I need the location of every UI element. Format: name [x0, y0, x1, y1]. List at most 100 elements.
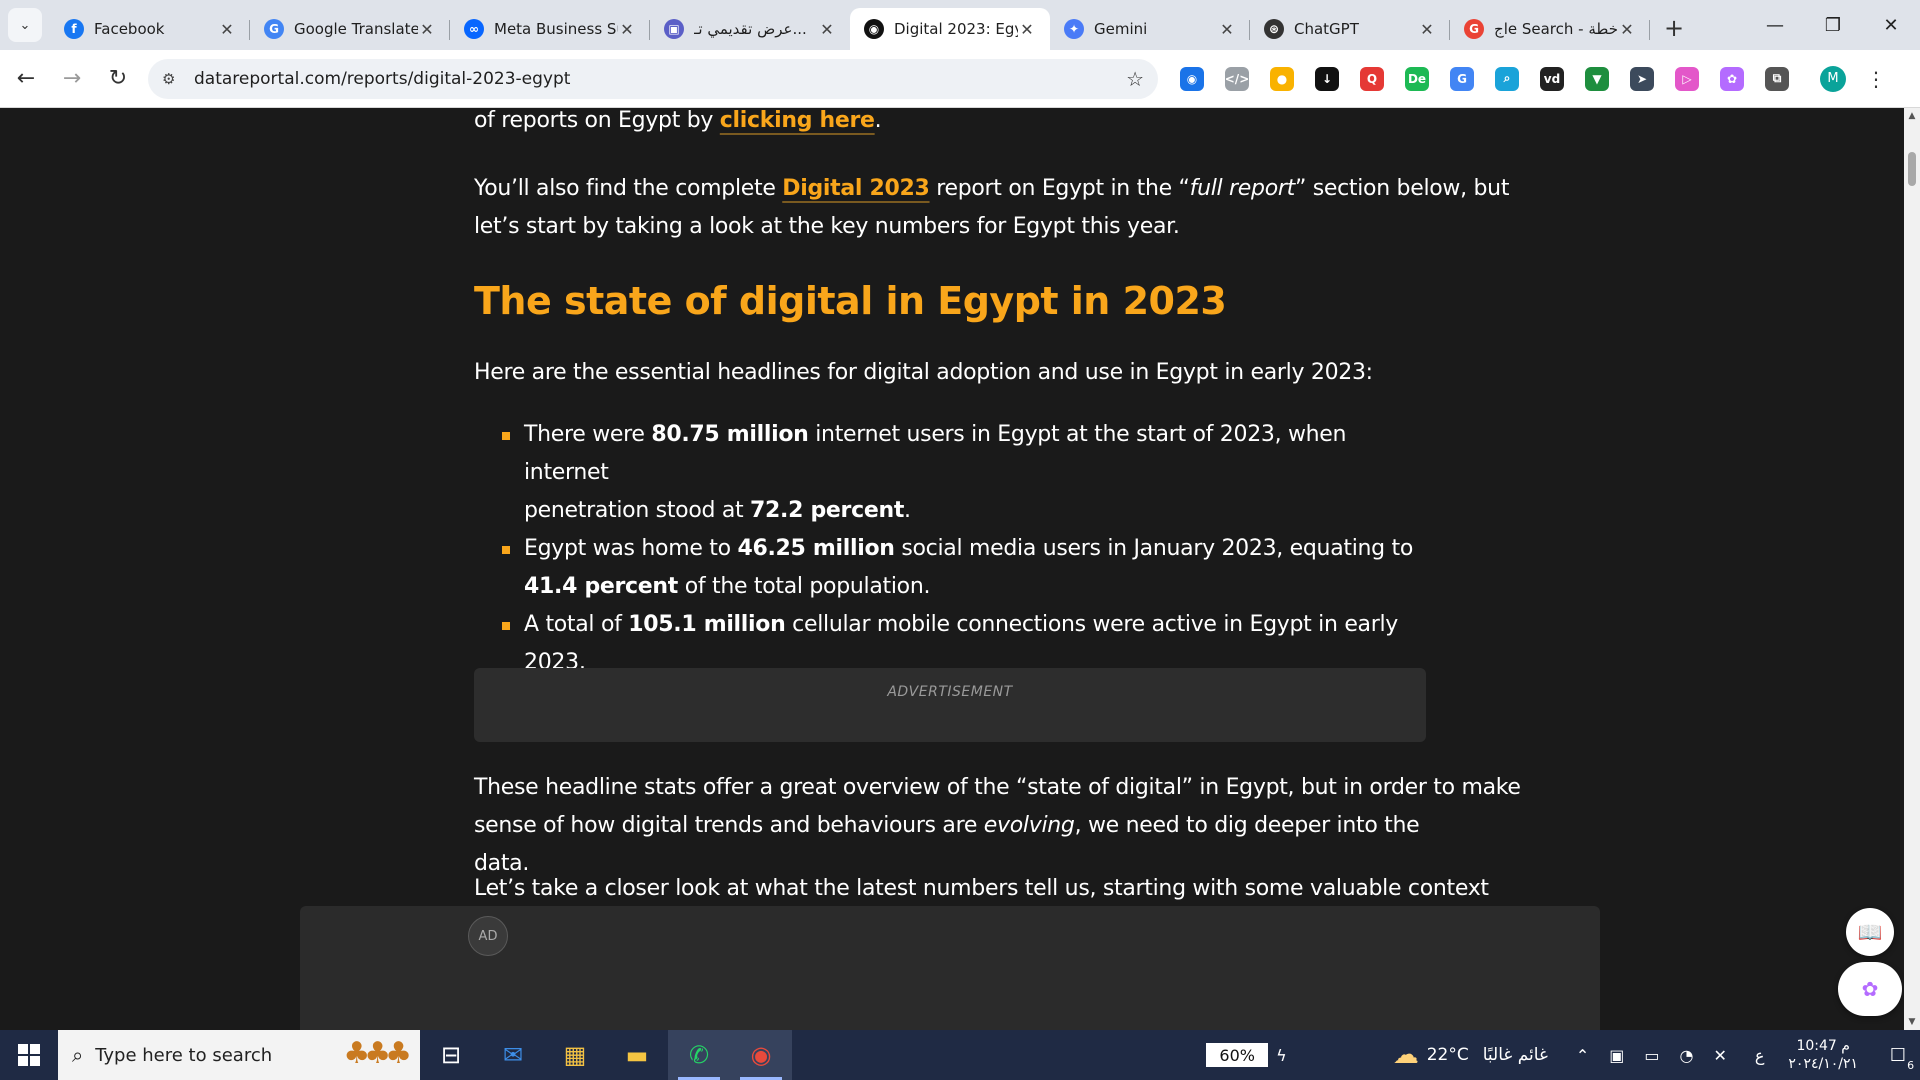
file-explorer-icon[interactable]: ▬: [606, 1030, 668, 1080]
taskbar-search-box[interactable]: ⌕ Type here to search ♣♣♣: [58, 1030, 420, 1080]
advertisement-box: ADVERTISEMENT: [474, 668, 1426, 742]
tab-close-icon[interactable]: ✕: [1418, 20, 1436, 39]
tab-close-icon[interactable]: ✕: [818, 20, 836, 39]
tab-close-icon[interactable]: ✕: [1018, 20, 1036, 39]
ai-assistant-brain-icon[interactable]: ✿: [1838, 962, 1902, 1016]
input-language[interactable]: ع: [1755, 1046, 1765, 1065]
tab-1[interactable]: G Google Translate ✕: [250, 8, 450, 50]
extensions-row: ◉ </> ● ↓ Q De G ⌕ vd ▼ ➤ ▷ ✿ ⧉: [1180, 66, 1810, 91]
plus-icon: +: [1663, 14, 1685, 42]
tab-2[interactable]: ∞ Meta Business Su ✕: [450, 8, 650, 50]
bullet-l1b: 80.75 million: [651, 422, 809, 447]
section-heading: The state of digital in Egypt in 2023: [474, 279, 1227, 323]
tab-4[interactable]: ◉ Digital 2023: Egy ✕: [850, 8, 1050, 50]
bottom-ad-banner[interactable]: AD: [300, 906, 1600, 1030]
reload-icon: ↻: [108, 66, 128, 91]
translate-icon: G: [264, 19, 284, 39]
ext-lens-icon[interactable]: ⌕: [1495, 66, 1519, 91]
url-text[interactable]: datareportal.com/reports/digital-2023-eg…: [194, 69, 1126, 89]
headline-bullet: Egypt was home to 46.25 million social m…: [474, 530, 1426, 606]
wifi-icon[interactable]: ◔: [1679, 1046, 1693, 1065]
tab-search-button[interactable]: ⌄: [8, 8, 42, 42]
tab-close-icon[interactable]: ✕: [618, 20, 636, 39]
p2-text-b: report on Egypt in the “: [929, 176, 1190, 201]
headlines-intro: Here are the essential headlines for dig…: [474, 360, 1373, 385]
store-icon[interactable]: ▦: [544, 1030, 606, 1080]
intro-prefix: of reports on Egypt by: [474, 108, 720, 133]
tab-5[interactable]: ✦ Gemini ✕: [1050, 8, 1250, 50]
tab-0[interactable]: f Facebook ✕: [50, 8, 250, 50]
battery-indicator[interactable]: 60%: [1206, 1043, 1269, 1067]
volume-muted-icon[interactable]: ✕: [1713, 1046, 1726, 1065]
tab-close-icon[interactable]: ✕: [1618, 20, 1636, 39]
tab-3[interactable]: ▣ عرض تقديمي تـ... ✕: [650, 8, 850, 50]
ext-green-arrow-icon[interactable]: ▼: [1585, 66, 1609, 91]
scroll-up-arrow-icon[interactable]: ▲: [1904, 108, 1920, 124]
mail-icon[interactable]: ✉: [482, 1030, 544, 1080]
ext-download-icon[interactable]: ↓: [1315, 66, 1339, 91]
extensions-puzzle-icon[interactable]: ⧉: [1765, 66, 1789, 91]
google-icon: G: [1464, 19, 1484, 39]
notification-count: 6: [1907, 1058, 1915, 1072]
bullet-l2a: penetration stood at: [524, 498, 751, 523]
bookmark-star-icon[interactable]: ☆: [1126, 67, 1144, 91]
tab-separator: [1649, 20, 1650, 40]
ext-q-icon[interactable]: Q: [1360, 66, 1384, 91]
ext-vd-icon[interactable]: vd: [1540, 66, 1564, 91]
restore-button[interactable]: ❐: [1804, 0, 1862, 50]
tab-close-icon[interactable]: ✕: [1218, 20, 1236, 39]
meet-now-icon[interactable]: ▣: [1609, 1046, 1624, 1065]
address-bar[interactable]: ⚙ datareportal.com/reports/digital-2023-…: [148, 58, 1158, 99]
ext-code-icon[interactable]: </>: [1225, 66, 1249, 91]
tab-close-icon[interactable]: ✕: [418, 20, 436, 39]
ext-person-icon[interactable]: ●: [1270, 66, 1294, 91]
profile-avatar[interactable]: M: [1820, 65, 1846, 92]
bullet-l1a: There were: [524, 422, 652, 447]
windows-taskbar: ⌕ Type here to search ♣♣♣ ⊟ ✉ ▦ ▬ ✆ ◉ 60…: [0, 1030, 1920, 1080]
weather-widget[interactable]: ☁ 22°C غائم غالبًا: [1393, 1040, 1548, 1070]
notification-center-icon[interactable]: ☐ 6: [1876, 1030, 1920, 1080]
digital-2023-link[interactable]: Digital 2023: [782, 176, 930, 201]
tab-close-icon[interactable]: ✕: [218, 20, 236, 39]
site-settings-icon[interactable]: ⚙: [162, 70, 184, 88]
tab-label: Facebook: [94, 20, 165, 38]
ext-de-icon[interactable]: De: [1405, 66, 1429, 91]
charging-icon: ϟ: [1276, 1045, 1287, 1065]
meta-icon: ∞: [464, 19, 484, 39]
reload-button[interactable]: ↻: [98, 59, 138, 99]
page-scrollbar[interactable]: ▲ ▼: [1904, 108, 1920, 1030]
clock[interactable]: 10:47 م ٢٠٢٤/١٠/٢١: [1788, 1037, 1858, 1073]
start-button[interactable]: [0, 1030, 58, 1080]
ext-eye-icon[interactable]: ◉: [1180, 66, 1204, 91]
tray-chevron-up-icon[interactable]: ⌃: [1576, 1046, 1589, 1065]
ext-cursor-icon[interactable]: ➤: [1630, 66, 1654, 91]
close-window-button[interactable]: ✕: [1862, 0, 1920, 50]
reader-mode-icon[interactable]: 📖: [1846, 908, 1894, 956]
intro-paragraph: of reports on Egypt by clicking here.: [474, 108, 1426, 140]
bullet-l2c: of the total population.: [678, 574, 931, 599]
ext-pink-arrow-icon[interactable]: ▷: [1675, 66, 1699, 91]
arrow-left-icon: ←: [16, 66, 36, 91]
whatsapp-icon[interactable]: ✆: [668, 1030, 730, 1080]
task-view-icon[interactable]: ⊟: [420, 1030, 482, 1080]
scroll-down-arrow-icon[interactable]: ▼: [1904, 1014, 1920, 1030]
tab-label: ChatGPT: [1294, 20, 1359, 38]
ad-badge[interactable]: AD: [468, 916, 508, 956]
intro-suffix: .: [874, 108, 882, 133]
browser-menu-icon[interactable]: ⋮: [1866, 67, 1886, 91]
web-page: of reports on Egypt by clicking here. Yo…: [0, 108, 1904, 1030]
ext-translate-icon[interactable]: G: [1450, 66, 1474, 91]
battery-tray-icon[interactable]: ▭: [1644, 1046, 1659, 1065]
tab-label: جle Search - خطة: [1494, 20, 1618, 38]
new-tab-button[interactable]: +: [1656, 10, 1692, 46]
minimize-button[interactable]: —: [1746, 0, 1804, 50]
ext-brain-icon[interactable]: ✿: [1720, 66, 1744, 91]
forward-button[interactable]: →: [52, 59, 92, 99]
tab-7[interactable]: G جle Search - خطة ✕: [1450, 8, 1650, 50]
back-button[interactable]: ←: [6, 59, 46, 99]
scrollbar-thumb[interactable]: [1908, 152, 1916, 186]
clicking-here-link[interactable]: clicking here: [720, 108, 875, 133]
bullet-l1a: Egypt was home to: [524, 536, 738, 561]
chrome-icon[interactable]: ◉: [730, 1030, 792, 1080]
tab-6[interactable]: ⊛ ChatGPT ✕: [1250, 8, 1450, 50]
